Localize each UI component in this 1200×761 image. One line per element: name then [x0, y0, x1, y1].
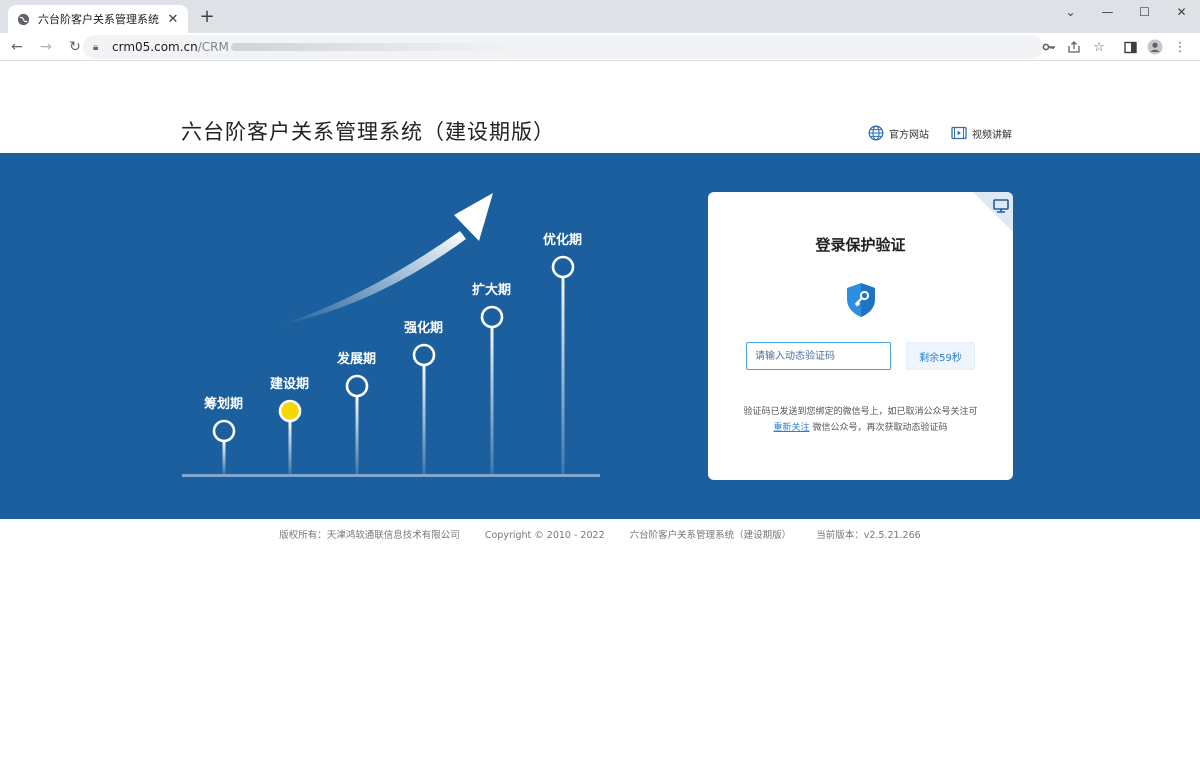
globe-icon [16, 12, 30, 26]
browser-tab-strip: 六台阶客户关系管理系统（建设期版） ✕ + ⌄ — ☐ ✕ [0, 0, 1200, 33]
stage-marker [412, 343, 436, 367]
window-controls: ⌄ — ☐ ✕ [1052, 0, 1200, 24]
footer-product: 六台阶客户关系管理系统（建设期版） [629, 530, 792, 541]
forward-button[interactable]: → [34, 35, 58, 59]
url-host: crm05.com.cn [112, 40, 198, 54]
back-button[interactable]: ← [5, 35, 29, 59]
share-icon[interactable] [1062, 35, 1086, 59]
hint-text-before: 验证码已发送到您绑定的微信号上，如已取消公众号关注可 [743, 407, 978, 417]
chevron-down-icon[interactable]: ⌄ [1052, 0, 1089, 24]
growth-arrow-body [280, 231, 466, 325]
toolbar-icons: ☆ ⋮ [1036, 35, 1192, 59]
maximize-button[interactable]: ☐ [1126, 0, 1163, 24]
globe-icon [868, 125, 884, 141]
stage-graphic [182, 193, 600, 477]
stage-stem [422, 366, 426, 474]
footer-owner: 版权所有：天津鸿软通联信息技术有限公司 [279, 530, 460, 541]
minimize-button[interactable]: — [1089, 0, 1126, 24]
hint-text-after: 微信公众号，再次获取动态验证码 [812, 423, 948, 433]
close-icon[interactable]: ✕ [166, 12, 180, 27]
stage-label: 强化期 [404, 321, 444, 336]
stage-marker [212, 419, 236, 443]
star-icon[interactable]: ☆ [1087, 35, 1111, 59]
official-site-label: 官方网站 [889, 129, 929, 141]
page-title: 六台阶客户关系管理系统（建设期版） [181, 120, 555, 144]
official-site-link[interactable]: 官方网站 [868, 125, 929, 141]
stage-label: 优化期 [543, 233, 583, 248]
resend-timer-button[interactable]: 剩余59秒 [906, 342, 975, 370]
side-panel-icon[interactable] [1118, 35, 1142, 59]
browser-toolbar: ← → ↻ 🔒︎ crm05.com.cn /CRM ☆ ⋮ [0, 33, 1200, 61]
url-redacted [230, 43, 521, 51]
stage-label: 发展期 [337, 352, 377, 367]
stage-marker [345, 374, 369, 398]
stage-label: 建设期 [270, 377, 310, 392]
stage-marker [551, 255, 575, 279]
stage-illustration: 筹划期 建设期 发展期 强化期 扩大期 优化期 [170, 183, 620, 483]
video-guide-label: 视频讲解 [972, 129, 1012, 141]
video-guide-link[interactable]: 视频讲解 [951, 126, 1012, 141]
qr-login-toggle[interactable] [973, 192, 1013, 232]
tab-title: 六台阶客户关系管理系统（建设期版） [38, 13, 166, 26]
footer: 版权所有：天津鸿软通联信息技术有限公司 Copyright © 2010 - 2… [0, 527, 1200, 541]
browser-tab[interactable]: 六台阶客户关系管理系统（建设期版） ✕ [8, 5, 188, 33]
stage-marker [278, 399, 302, 423]
card-title: 登录保护验证 [815, 236, 906, 254]
lock-icon: 🔒︎ [93, 41, 99, 53]
stage-label: 筹划期 [204, 397, 244, 412]
menu-dots-icon[interactable]: ⋮ [1168, 35, 1192, 59]
page-content: 六台阶客户关系管理系统（建设期版） 官方网站 视频讲解 筹划期 建设期 发展期 … [0, 61, 1200, 761]
baseline [182, 474, 600, 477]
url-path: /CRM [197, 40, 229, 54]
verification-code-input[interactable] [746, 342, 891, 370]
stage-stem [222, 442, 226, 474]
key-icon[interactable] [1037, 35, 1061, 59]
shield-key-icon [845, 282, 877, 322]
close-window-button[interactable]: ✕ [1163, 0, 1200, 24]
new-tab-button[interactable]: + [198, 8, 216, 27]
address-bar[interactable]: 🔒︎ crm05.com.cn /CRM [83, 35, 1043, 59]
footer-version: 当前版本：v2.5.21.266 [816, 530, 921, 541]
stage-stem [561, 278, 565, 474]
stage-label: 扩大期 [472, 283, 512, 298]
footer-copyright: Copyright © 2010 - 2022 [484, 530, 605, 541]
stage-marker [480, 305, 504, 329]
verification-hint: 验证码已发送到您绑定的微信号上，如已取消公众号关注可 重新关注 微信公众号，再次… [738, 404, 983, 436]
stage-stem [288, 422, 292, 474]
stage-stem [355, 397, 359, 474]
site-header: 六台阶客户关系管理系统（建设期版） 官方网站 视频讲解 [0, 61, 1200, 153]
login-verify-card: 登录保护验证 剩余59秒 验证码已发送到您绑定的微信号上，如已取消公众号关注可 … [708, 192, 1013, 480]
stage-stem [490, 328, 494, 474]
header-links: 官方网站 视频讲解 [868, 125, 1034, 141]
profile-avatar-icon[interactable] [1143, 35, 1167, 59]
refollow-link[interactable]: 重新关注 [774, 423, 810, 433]
hero-banner: 筹划期 建设期 发展期 强化期 扩大期 优化期 登录保护验证 请输入动态验证码 … [0, 153, 1200, 519]
video-icon [951, 126, 967, 140]
